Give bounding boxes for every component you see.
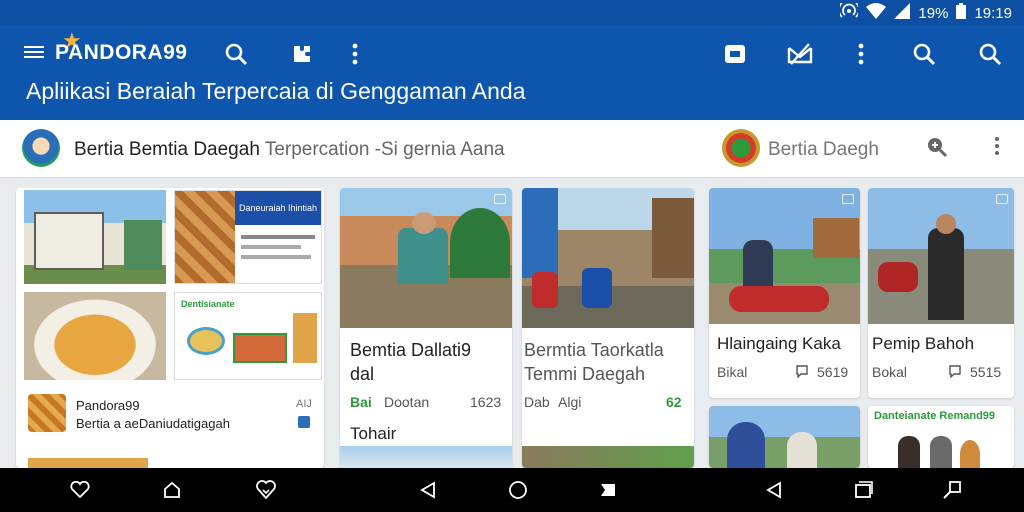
overview-icon[interactable] <box>852 478 876 502</box>
clock: 19:19 <box>974 4 1012 22</box>
hotspot-icon <box>838 0 861 23</box>
wifi-icon <box>866 3 887 23</box>
home-circle-icon[interactable] <box>506 478 530 502</box>
news-4-title: Pemip Bahoh <box>872 334 975 353</box>
search-button-secondary[interactable] <box>910 40 938 68</box>
poster-image: Daneuraiah Ihintiah <box>174 190 322 284</box>
food-strip-image <box>28 458 148 468</box>
mail-button[interactable] <box>786 40 814 68</box>
home-icon[interactable] <box>160 478 184 502</box>
collage-card[interactable]: Daneuraiah Ihintiah Dentisianate Pandora… <box>16 188 324 468</box>
news-6-label: Danteianate Remand99 <box>874 410 996 422</box>
news-4-category: Bokal <box>872 364 908 380</box>
overflow-menu-button[interactable] <box>847 40 875 68</box>
secondary-avatar[interactable] <box>722 129 760 167</box>
favorite-icon[interactable] <box>254 478 278 502</box>
search-button-tertiary[interactable] <box>976 40 1004 68</box>
poster2-title: Dentisianate <box>181 299 235 309</box>
channel-subtitle: Terpercation -Si gernia Aana <box>264 139 505 160</box>
news-1-title-line1: Bemtia Dallati9 <box>350 340 472 360</box>
back-icon[interactable] <box>416 478 440 502</box>
thumbnail-image <box>28 394 66 432</box>
news-3-title: Hlaingaing Kaka <box>717 334 841 353</box>
signal-icon <box>894 3 911 23</box>
poster-title: Daneuraiah Ihintiah <box>235 191 321 225</box>
news-card-2[interactable]: Bermtia Taorkatla Temmi Daegah Dab Algi … <box>522 188 694 468</box>
app-tagline: Apliikasi Beraiah Terpercaia di Genggama… <box>26 78 526 104</box>
women-image <box>709 406 860 468</box>
collage-desc: Bertia a aeDaniudatigagah <box>76 416 230 431</box>
comment-icon[interactable] <box>948 364 962 381</box>
puzzle-icon[interactable] <box>288 40 316 68</box>
menu-button[interactable] <box>24 43 44 61</box>
news-2-count: 62 <box>666 394 682 410</box>
collage-brand: Pandora99 <box>76 398 140 413</box>
next-image-1 <box>340 446 512 468</box>
back-icon-secondary[interactable] <box>762 478 786 502</box>
media-badge-icon <box>996 194 1008 204</box>
channel-heading: Bertia Bemtia Daegah Terpercation -Si ge… <box>74 139 505 161</box>
news-2-source: Algi <box>558 394 582 410</box>
person-image <box>898 436 920 468</box>
news-2-title-line2: Temmi Daegah <box>524 364 646 384</box>
media-badge-icon <box>842 194 854 204</box>
channel-avatar[interactable] <box>22 129 60 167</box>
battery-icon <box>956 3 967 23</box>
rider-image <box>340 188 512 328</box>
house-image <box>24 190 166 284</box>
status-bar: 19% 19:19 <box>0 0 1024 26</box>
media-badge-icon <box>494 194 506 204</box>
person-image-2 <box>930 436 952 468</box>
system-nav-bar <box>0 468 1024 512</box>
snack-image <box>960 440 980 468</box>
more-vertical-icon[interactable] <box>994 136 1000 162</box>
news-card-3[interactable]: Hlaingaing Kaka Bikal 5619 <box>709 188 860 398</box>
recents-icon[interactable] <box>596 478 620 502</box>
search-button[interactable] <box>222 40 250 68</box>
secondary-title: Bertia Daegh <box>768 139 879 160</box>
news-1-title-line2: dal <box>350 364 375 384</box>
news-1-count: 1623 <box>470 394 502 410</box>
news-3-count: 5619 <box>817 364 849 380</box>
search-zoom-icon[interactable] <box>926 136 948 164</box>
collage-tag: AIJ <box>296 398 312 410</box>
channel-title: Bertia Bemtia Daegah <box>74 139 260 160</box>
street-image <box>522 188 694 328</box>
news-1-extra: Tohair <box>350 424 397 443</box>
search-nav-icon[interactable] <box>940 478 964 502</box>
news-1-category: Bai <box>350 394 372 410</box>
recipe-image: Dentisianate <box>174 292 322 380</box>
news-2-title-line1: Bermtia Taorkatla <box>524 340 664 360</box>
lake-image <box>709 188 860 324</box>
news-2-category: Dab <box>524 394 550 410</box>
news-4-count: 5515 <box>970 364 1002 380</box>
next-image-2 <box>522 446 694 468</box>
news-card-5[interactable] <box>709 406 860 468</box>
news-3-category: Bikal <box>717 364 748 380</box>
comment-icon[interactable] <box>795 364 809 381</box>
fried-food-image <box>24 292 166 380</box>
news-1-source: Dootan <box>384 394 430 410</box>
man-image <box>868 188 1014 324</box>
brand-title: PANDORA99 <box>55 41 188 64</box>
heart-icon[interactable] <box>68 478 92 502</box>
news-card-1[interactable]: Bemtia Dallati9 dal Bai Dootan 1623 Toha… <box>340 188 512 468</box>
more-button[interactable] <box>341 40 369 68</box>
battery-level: 19% <box>918 4 949 22</box>
news-card-4[interactable]: Pemip Bahoh Bokal 5515 <box>868 188 1014 398</box>
app-header: ★ PANDORA99 Apliikasi Beraiah Terpercaia… <box>0 26 1024 120</box>
news-card-6[interactable]: Danteianate Remand99 <box>868 406 1014 468</box>
channel-bar: Bertia Bemtia Daegah Terpercation -Si ge… <box>0 120 1024 178</box>
info-icon[interactable] <box>298 416 310 428</box>
feed-grid: Daneuraiah Ihintiah Dentisianate Pandora… <box>0 188 1024 468</box>
chat-button[interactable] <box>721 40 749 68</box>
